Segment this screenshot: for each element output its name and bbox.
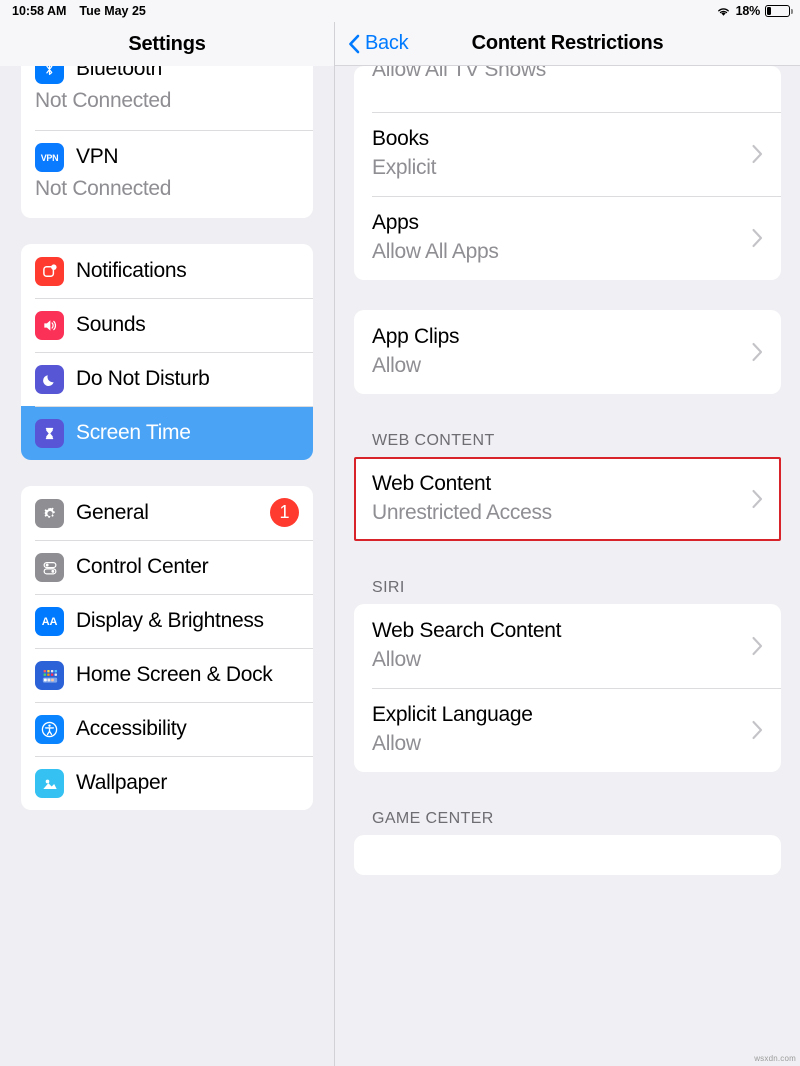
sidebar-item-vpn[interactable]: VPN VPN Not Connected (21, 130, 313, 218)
row-sublabel: Allow All Apps (372, 240, 499, 263)
section-header-web-content: WEB CONTENT (372, 432, 495, 449)
sidebar-item-do-not-disturb[interactable]: Do Not Disturb (21, 352, 313, 406)
status-time: 10:58 AM (12, 4, 67, 18)
row-label: Books (372, 127, 429, 150)
row-label: Web Search Content (372, 619, 562, 642)
wifi-icon (716, 6, 731, 17)
chevron-right-icon (752, 720, 763, 740)
row-tv-shows[interactable]: Allow All TV Shows (354, 66, 781, 112)
sidebar-item-control-center[interactable]: Control Center (21, 540, 313, 594)
sidebar-item-bluetooth[interactable]: Bluetooth Not Connected (21, 66, 313, 130)
sidebar-group-system: General 1 Control Center AA Display & Br… (21, 486, 313, 810)
wallpaper-icon (35, 769, 64, 798)
hourglass-icon (35, 419, 64, 448)
status-badge: 1 (270, 498, 299, 527)
row-sublabel: Explicit (372, 156, 437, 179)
gear-icon (35, 499, 64, 528)
detail-navigation-bar: Back Content Restrictions (335, 22, 800, 66)
sidebar-item-label: Display & Brightness (76, 609, 264, 632)
sidebar-scroll-area[interactable]: Bluetooth Not Connected VPN VPN Not Conn… (0, 66, 334, 1066)
chevron-right-icon (752, 144, 763, 164)
content-restrictions-pane: Back Content Restrictions Allow All TV S… (335, 22, 800, 1066)
row-sublabel: Allow (372, 354, 421, 377)
accessibility-icon (35, 715, 64, 744)
sidebar-item-label: Do Not Disturb (76, 367, 210, 390)
sidebar-item-label: Control Center (76, 555, 209, 578)
row-label: Web Content (372, 472, 491, 495)
sidebar-item-general[interactable]: General 1 (21, 486, 313, 540)
sidebar-group-connectivity: Bluetooth Not Connected VPN VPN Not Conn… (21, 66, 313, 218)
row-label: Explicit Language (372, 703, 533, 726)
sidebar-item-label: VPN (76, 145, 119, 168)
sidebar-item-sublabel: Not Connected (35, 89, 172, 112)
battery-percentage: 18% (735, 4, 761, 18)
detail-group-web-content: Web Content Unrestricted Access (354, 457, 781, 541)
back-button[interactable]: Back (348, 32, 409, 55)
section-header-siri: SIRI (372, 579, 405, 596)
sidebar-item-accessibility[interactable]: Accessibility (21, 702, 313, 756)
home-screen-dock-icon (35, 661, 64, 690)
vpn-icon: VPN (35, 143, 64, 172)
sidebar-item-notifications[interactable]: Notifications (21, 244, 313, 298)
battery-icon (765, 5, 793, 17)
sidebar-item-label: Screen Time (76, 421, 191, 444)
watermark: wsxdn.com (754, 1054, 796, 1063)
sidebar-item-label: Bluetooth (76, 66, 163, 80)
row-sublabel: Unrestricted Access (372, 501, 552, 524)
sidebar-item-screen-time[interactable]: Screen Time (21, 406, 313, 460)
ipad-settings-screen: 10:58 AM Tue May 25 18% Settings Bluetoo… (0, 0, 800, 1066)
sidebar-item-label: General (76, 501, 149, 524)
notifications-icon (35, 257, 64, 286)
sidebar-item-label: Accessibility (76, 717, 187, 740)
row-web-content[interactable]: Web Content Unrestricted Access (354, 457, 781, 541)
detail-group-app-clips: App Clips Allow (354, 310, 781, 394)
back-button-label: Back (365, 32, 409, 54)
row-apps[interactable]: Apps Allow All Apps (354, 196, 781, 280)
settings-sidebar: Settings Bluetooth Not Connected VPN VPN… (0, 22, 335, 1066)
chevron-right-icon (752, 342, 763, 362)
detail-group-game-center (354, 835, 781, 875)
sidebar-item-home-screen-dock[interactable]: Home Screen & Dock (21, 648, 313, 702)
chevron-right-icon (752, 489, 763, 509)
sidebar-item-sounds[interactable]: Sounds (21, 298, 313, 352)
moon-icon (35, 365, 64, 394)
sidebar-group-alerts: Notifications Sounds Do Not Disturb Scre… (21, 244, 313, 460)
bluetooth-icon (35, 66, 64, 84)
sidebar-item-label: Wallpaper (76, 771, 168, 794)
sidebar-item-label: Home Screen & Dock (76, 663, 273, 686)
detail-group-siri: Web Search Content Allow Explicit Langua… (354, 604, 781, 772)
status-bar-right: 18% (716, 4, 793, 18)
row-app-clips[interactable]: App Clips Allow (354, 310, 781, 394)
page-title: Settings (128, 32, 206, 55)
sidebar-item-sublabel: Not Connected (35, 177, 172, 200)
control-center-icon (35, 553, 64, 582)
chevron-right-icon (752, 228, 763, 248)
detail-scroll-area[interactable]: Allow All TV Shows Books Explicit Apps A… (335, 66, 800, 1066)
row-web-search-content[interactable]: Web Search Content Allow (354, 604, 781, 688)
row-sublabel: Allow (372, 648, 421, 671)
status-bar-left: 10:58 AM Tue May 25 (12, 4, 146, 18)
row-sublabel: Allow (372, 732, 421, 755)
sidebar-item-display-brightness[interactable]: AA Display & Brightness (21, 594, 313, 648)
row-label: Apps (372, 211, 419, 234)
detail-group-ratings: Allow All TV Shows Books Explicit Apps A… (354, 66, 781, 280)
status-bar: 10:58 AM Tue May 25 18% (0, 0, 800, 22)
sidebar-header: Settings (0, 22, 334, 66)
row-books[interactable]: Books Explicit (354, 112, 781, 196)
split-view: Settings Bluetooth Not Connected VPN VPN… (0, 22, 800, 1066)
display-brightness-icon: AA (35, 607, 64, 636)
sounds-icon (35, 311, 64, 340)
sidebar-item-label: Sounds (76, 313, 146, 336)
sidebar-item-label: Notifications (76, 259, 187, 282)
chevron-right-icon (752, 636, 763, 656)
section-header-game-center: GAME CENTER (372, 810, 494, 827)
row-sublabel: Allow All TV Shows (372, 66, 546, 81)
row-explicit-language[interactable]: Explicit Language Allow (354, 688, 781, 772)
row-label: App Clips (372, 325, 460, 348)
status-date: Tue May 25 (79, 4, 146, 18)
chevron-left-icon (348, 34, 360, 54)
sidebar-item-wallpaper[interactable]: Wallpaper (21, 756, 313, 810)
